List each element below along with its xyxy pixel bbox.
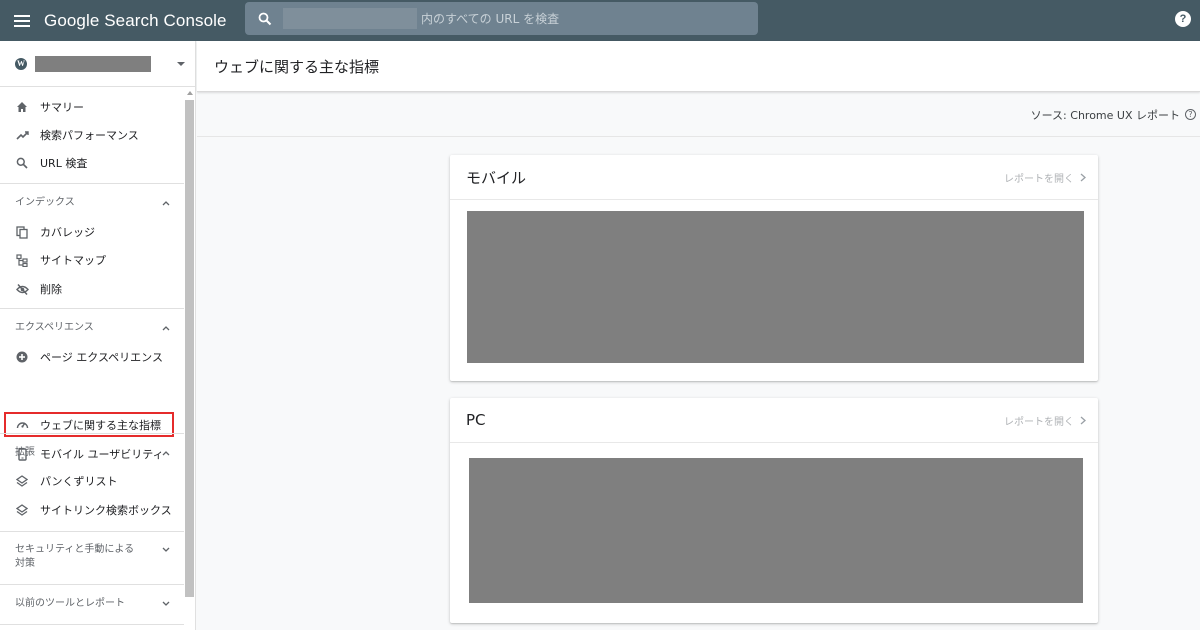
search-placeholder: 内のすべての URL を検査: [421, 12, 560, 26]
chevron-up-icon: [162, 201, 170, 206]
sidebar-item-sitelinks-searchbox[interactable]: サイトリンク検索ボックス: [0, 498, 184, 522]
card-title: モバイル: [466, 168, 527, 187]
source-label: ソース: Chrome UX レポート: [1030, 109, 1180, 122]
divider: [0, 531, 184, 532]
chevron-right-icon: [1080, 173, 1086, 182]
chevron-up-icon: [162, 451, 170, 456]
sidebar-item-label: サイトリンク検索ボックス: [40, 504, 172, 517]
sidebar-item-performance[interactable]: 検索パフォーマンス: [0, 123, 184, 147]
divider: [0, 584, 184, 585]
sidebar-item-label: カバレッジ: [40, 226, 95, 239]
redacted-property-name: [35, 55, 151, 72]
chevron-up-icon: [162, 326, 170, 331]
open-report-label: レポートを開く: [1004, 174, 1074, 185]
help-circle-icon[interactable]: ?: [1185, 109, 1196, 120]
sidebar-item-label: URL 検査: [40, 157, 88, 170]
sitemap-icon: [15, 253, 29, 267]
help-icon[interactable]: ?: [1175, 11, 1191, 27]
sidebar-item-page-experience[interactable]: ページ エクスペリエンス: [0, 345, 184, 369]
sidebar-item-label: 削除: [40, 283, 62, 296]
page-title: ウェブに関する主な指標: [214, 57, 380, 76]
menu-icon: [14, 14, 30, 27]
home-icon: [15, 100, 29, 114]
section-header-legacy-tools[interactable]: 以前のツールとレポート: [0, 594, 184, 614]
section-title: エクスペリエンス: [15, 322, 94, 333]
search-input[interactable]: 内のすべての URL を検査: [245, 2, 758, 35]
property-selector[interactable]: W: [0, 41, 195, 87]
section-header-security[interactable]: セキュリティと手動による 対策: [0, 540, 184, 574]
section-title: インデックス: [15, 197, 75, 208]
search-icon: [245, 2, 285, 35]
app-title[interactable]: Google Search Console: [44, 11, 227, 31]
sidebar-item-label: サイトマップ: [40, 254, 106, 267]
page-header: ウェブに関する主な指標: [197, 41, 1200, 92]
section-header-enhancements[interactable]: 拡張: [0, 443, 184, 463]
sidebar-item-removals[interactable]: 削除: [0, 277, 184, 301]
open-report-link[interactable]: レポートを開く: [1004, 413, 1086, 428]
open-report-link[interactable]: レポートを開く: [1004, 170, 1086, 185]
scroll-up-arrow-icon[interactable]: [187, 91, 193, 95]
section-title: 拡張: [15, 447, 35, 458]
menu-button[interactable]: [0, 0, 44, 41]
sidebar-item-label: パンくずリスト: [40, 475, 118, 488]
sidebar-item-summary[interactable]: サマリー: [0, 95, 184, 119]
pc-card: PC レポートを開く: [450, 398, 1098, 623]
redacted-chart: [469, 458, 1083, 603]
section-title: 以前のツールとレポート: [15, 598, 125, 609]
sidebar-item-label: サマリー: [40, 101, 84, 114]
card-title: PC: [466, 411, 486, 429]
source-bar: ソース: Chrome UX レポート: [197, 93, 1200, 137]
layers-icon: [15, 474, 29, 488]
divider: [0, 624, 184, 625]
divider: [0, 433, 184, 434]
divider: [0, 308, 184, 309]
add-circle-icon: [15, 350, 29, 364]
scroll-thumb[interactable]: [185, 100, 194, 597]
top-app-bar: Google Search Console 内のすべての URL を検査 ?: [0, 0, 1200, 41]
sidebar-scrollbar[interactable]: [184, 88, 195, 630]
chevron-down-icon: [162, 547, 170, 552]
card-header: モバイル レポートを開く: [450, 155, 1098, 200]
section-title-line: 対策: [15, 558, 35, 569]
chevron-down-icon: [162, 601, 170, 606]
divider: [0, 183, 184, 184]
section-header-index[interactable]: インデックス: [0, 193, 184, 213]
wordpress-icon: W: [15, 57, 27, 70]
section-header-experience[interactable]: エクスペリエンス: [0, 318, 184, 338]
redacted-chart: [467, 211, 1084, 363]
sidebar-item-breadcrumbs[interactable]: パンくずリスト: [0, 469, 184, 493]
eye-off-icon: [15, 282, 29, 296]
section-title-line: セキュリティと手動による: [15, 544, 135, 555]
sidebar-item-label: 検索パフォーマンス: [40, 129, 139, 142]
chevron-right-icon: [1080, 416, 1086, 425]
sidebar-item-label: ページ エクスペリエンス: [40, 351, 163, 364]
mobile-card: モバイル レポートを開く: [450, 155, 1098, 381]
sidebar: W サマリー 検索パフォーマンス URL 検査 インデックス カバレッジ サイト…: [0, 41, 196, 630]
section-title: セキュリティと手動による 対策: [15, 543, 134, 571]
sidebar-item-sitemaps[interactable]: サイトマップ: [0, 248, 184, 272]
search-icon: [15, 156, 29, 170]
card-header: PC レポートを開く: [450, 398, 1098, 443]
caret-down-icon: [177, 62, 185, 66]
speed-icon: [15, 418, 29, 432]
trending-up-icon: [15, 128, 29, 142]
sidebar-item-coverage[interactable]: カバレッジ: [0, 220, 184, 244]
sidebar-item-url-inspection[interactable]: URL 検査: [0, 151, 184, 175]
redacted-property-name: [283, 8, 417, 29]
open-report-label: レポートを開く: [1004, 417, 1074, 428]
copy-icon: [15, 225, 29, 239]
sidebar-item-label: ウェブに関する主な指標: [40, 418, 161, 432]
layers-icon: [15, 503, 29, 517]
